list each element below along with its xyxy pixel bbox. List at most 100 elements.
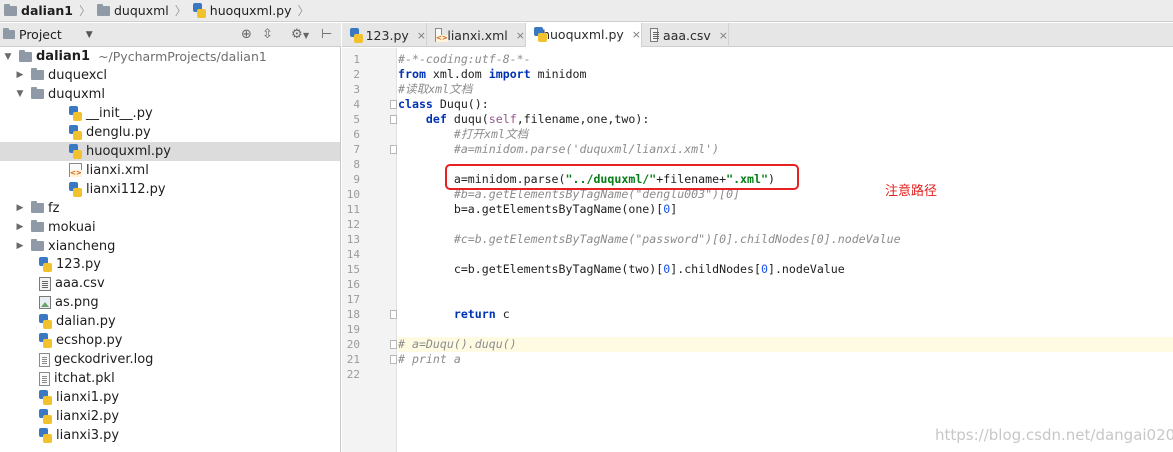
- view-dropdown-icon[interactable]: ▼: [86, 30, 93, 40]
- fold-marker-icon[interactable]: [390, 355, 397, 364]
- line-number: 5: [353, 113, 360, 126]
- tree-item[interactable]: __init__.py: [0, 104, 340, 123]
- line-number: 22: [346, 368, 360, 381]
- code-line: #读取xml文档: [398, 82, 1173, 97]
- code-editor[interactable]: #-*-coding:utf-8-*- from xml.dom import m…: [398, 48, 1173, 452]
- code-token: Duqu():: [432, 97, 489, 111]
- tree-item[interactable]: denglu.py: [0, 123, 340, 142]
- expand-down-icon[interactable]: ▼: [14, 89, 26, 99]
- tree-item[interactable]: lianxi.xml: [0, 161, 340, 180]
- tree-item[interactable]: ▶ fz: [0, 199, 340, 218]
- line-number: 20: [346, 338, 360, 351]
- fold-marker-icon[interactable]: [390, 100, 397, 109]
- editor-tab[interactable]: lianxi.xml ×: [427, 23, 526, 47]
- python-file-icon: [39, 333, 52, 349]
- breadcrumb-item-file[interactable]: huoquxml.py: [191, 2, 294, 20]
- xml-file-icon: [435, 28, 449, 42]
- editor-tab[interactable]: aaa.csv ×: [642, 23, 729, 47]
- expand-right-icon[interactable]: ▶: [14, 241, 26, 251]
- project-view-title[interactable]: Project: [19, 27, 62, 42]
- fold-marker-icon[interactable]: [390, 340, 397, 349]
- tree-item[interactable]: ▶ duquexcl: [0, 66, 340, 85]
- tree-item[interactable]: ▼ dalian1 ~/PycharmProjects/dalian1: [0, 47, 340, 66]
- tree-item[interactable]: geckodriver.log: [0, 350, 340, 369]
- folder-icon: [31, 87, 44, 100]
- editor-gutter: 1 2 3 4 5 6 7 8 9 10 11 12 13 14 15 16 17 18 19 20 21 22: [342, 48, 397, 452]
- line-number: 6: [353, 128, 360, 141]
- line-number: 17: [346, 293, 360, 306]
- line-number: 9: [353, 173, 360, 186]
- gear-dropdown-icon[interactable]: ▼: [303, 31, 309, 40]
- tree-item[interactable]: itchat.pkl: [0, 369, 340, 388]
- code-line: # print a: [398, 352, 1173, 367]
- code-line: # a=Duqu().duqu(): [398, 337, 1173, 352]
- fold-marker-icon[interactable]: [390, 115, 397, 124]
- fold-marker-icon[interactable]: [390, 145, 397, 154]
- expand-right-icon[interactable]: ▶: [14, 222, 26, 232]
- python-file-icon: [69, 105, 82, 121]
- tree-item-label: 123.py: [56, 257, 101, 273]
- code-token: import: [488, 67, 531, 81]
- tree-item-label: dalian.py: [56, 314, 116, 330]
- code-line: #a=minidom.parse('duquxml/lianxi.xml'): [398, 142, 1173, 157]
- tree-item-label: denglu.py: [86, 124, 151, 140]
- tree-item[interactable]: as.png: [0, 293, 340, 312]
- tree-item[interactable]: ▶ mokuai: [0, 218, 340, 237]
- tree-item[interactable]: huoquxml.py: [0, 141, 340, 161]
- tree-item[interactable]: lianxi2.py: [0, 407, 340, 426]
- tree-item-label: lianxi2.py: [56, 409, 120, 425]
- breadcrumb: dalian1 〉 duquxml 〉 huoquxml.py 〉: [0, 0, 1173, 22]
- chevron-right-icon: 〉: [297, 4, 310, 18]
- line-number: 14: [346, 248, 360, 261]
- code-token: from: [398, 67, 426, 81]
- line-number: 3: [353, 83, 360, 96]
- tree-item[interactable]: 123.py: [0, 255, 340, 274]
- expand-down-icon[interactable]: ▼: [2, 52, 14, 62]
- python-file-icon: [39, 428, 52, 443]
- tree-item[interactable]: lianxi3.py: [0, 426, 340, 445]
- editor-tab[interactable]: huoquxml.py ×: [526, 23, 642, 48]
- close-icon[interactable]: ×: [632, 28, 641, 41]
- expand-right-icon[interactable]: ▶: [14, 70, 26, 80]
- code-token: # a=Duqu().duqu(): [398, 337, 517, 351]
- hide-panel-icon[interactable]: ⊢: [321, 27, 332, 42]
- breadcrumb-label: dalian1: [21, 3, 73, 18]
- line-number: 13: [346, 233, 360, 246]
- chevron-right-icon: 〉: [78, 4, 91, 18]
- tree-item[interactable]: ▶ xiancheng: [0, 237, 340, 256]
- locate-icon[interactable]: ⊕: [241, 27, 252, 42]
- tree-item-label: lianxi3.py: [56, 428, 120, 443]
- folder-icon: [31, 201, 44, 214]
- code-token: 0: [760, 262, 768, 276]
- editor-tab[interactable]: 123.py ×: [342, 23, 427, 47]
- tree-item[interactable]: aaa.csv: [0, 274, 340, 293]
- code-line: #-*-coding:utf-8-*-: [398, 52, 1173, 67]
- tree-item[interactable]: lianxi112.py: [0, 180, 340, 199]
- close-icon[interactable]: ×: [719, 29, 728, 42]
- fold-marker-icon[interactable]: [390, 310, 397, 319]
- python-file-icon: [192, 3, 206, 18]
- tree-item[interactable]: ▼ duquxml: [0, 85, 340, 104]
- tree-item-label: __init__.py: [86, 105, 153, 121]
- tree-item[interactable]: ecshop.py: [0, 331, 340, 350]
- tree-item[interactable]: lianxi1.py: [0, 388, 340, 407]
- breadcrumb-item-folder[interactable]: duquxml: [95, 2, 171, 20]
- tree-item[interactable]: dalian.py: [0, 312, 340, 331]
- code-line: c=b.getElementsByTagName(two)[0].childNo…: [398, 262, 1173, 277]
- code-token: # print a: [398, 352, 461, 366]
- xml-file-icon: [69, 163, 82, 178]
- close-icon[interactable]: ×: [417, 29, 426, 42]
- line-number: 8: [353, 158, 360, 171]
- close-icon[interactable]: ×: [516, 29, 525, 42]
- collapse-all-icon[interactable]: ⇳: [262, 27, 273, 42]
- python-file-icon: [534, 27, 547, 42]
- gear-icon[interactable]: ⚙: [291, 27, 303, 42]
- expand-right-icon[interactable]: ▶: [14, 203, 26, 213]
- breadcrumb-item-project[interactable]: dalian1: [2, 2, 75, 20]
